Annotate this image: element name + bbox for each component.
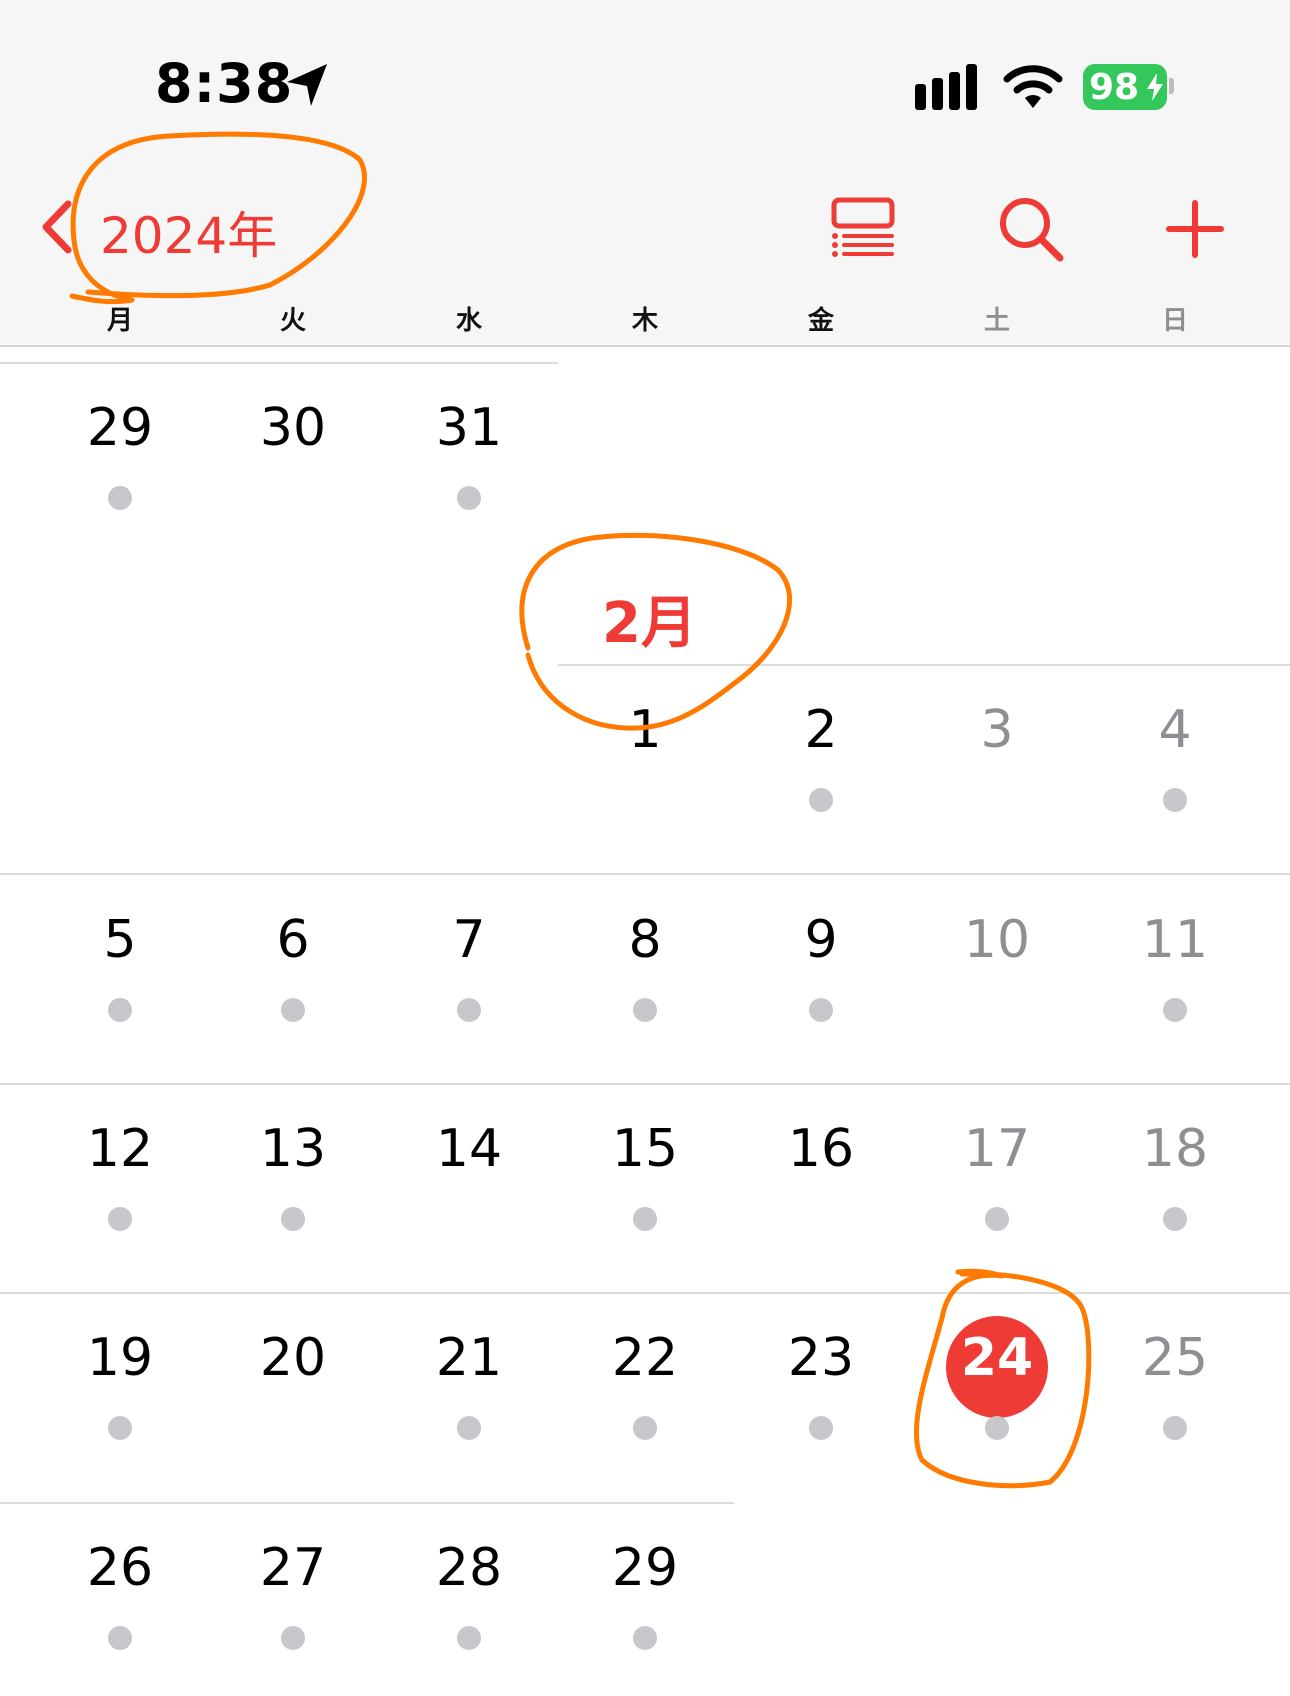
plus-icon[interactable] (1166, 200, 1224, 258)
event-dot (809, 788, 833, 812)
day-cell[interactable]: 27 (208, 1538, 378, 1598)
weekday-label: 金 (807, 306, 834, 336)
week-separator (0, 873, 1290, 875)
battery-icon: 98 (1083, 64, 1167, 110)
day-cell[interactable]: 19 (35, 1328, 205, 1388)
day-cell[interactable]: 30 (208, 398, 378, 458)
day-cell[interactable]: 17 (912, 1119, 1082, 1179)
week-separator (0, 362, 558, 364)
day-cell[interactable]: 25 (1090, 1328, 1260, 1388)
search-icon[interactable] (998, 196, 1064, 262)
wifi-icon (1003, 65, 1063, 108)
event-dot (108, 1416, 132, 1440)
weekday-label: 火 (279, 306, 306, 336)
day-cell[interactable]: 21 (384, 1328, 554, 1388)
weekday-label: 水 (455, 306, 482, 336)
month-label: 2月 (602, 591, 697, 656)
list-view-icon[interactable] (830, 196, 896, 258)
day-cell[interactable]: 9 (736, 910, 906, 970)
event-dot (108, 1626, 132, 1650)
event-dot (457, 1416, 481, 1440)
event-dot (457, 1626, 481, 1650)
day-cell[interactable]: 5 (35, 910, 205, 970)
battery-level: 98 (1089, 67, 1140, 108)
location-arrow-icon (287, 64, 327, 106)
day-cell[interactable]: 29 (35, 398, 205, 458)
event-dot (633, 1626, 657, 1650)
event-dot (1163, 788, 1187, 812)
day-cell[interactable]: 18 (1090, 1119, 1260, 1179)
event-dot (985, 1207, 1009, 1231)
event-dot (633, 1207, 657, 1231)
weekday-label: 土 (983, 306, 1010, 336)
header: 8:38 98 2024年 月 火 水 木 金 土 日 (0, 0, 1290, 347)
event-dot (1163, 1416, 1187, 1440)
event-dot (809, 998, 833, 1022)
day-cell[interactable]: 26 (35, 1538, 205, 1598)
day-cell[interactable]: 1 (560, 700, 730, 760)
event-dot (457, 486, 481, 510)
event-dot (985, 1416, 1009, 1440)
day-cell[interactable]: 23 (736, 1328, 906, 1388)
day-cell[interactable]: 31 (384, 398, 554, 458)
event-dot (633, 1416, 657, 1440)
event-dot (281, 1207, 305, 1231)
week-separator (0, 1292, 1290, 1294)
day-cell[interactable]: 14 (384, 1119, 554, 1179)
event-dot (108, 1207, 132, 1231)
week-separator (0, 1502, 734, 1504)
day-cell[interactable]: 2 (736, 700, 906, 760)
weekday-label: 月 (106, 306, 133, 336)
day-cell[interactable]: 16 (736, 1119, 906, 1179)
day-cell[interactable]: 28 (384, 1538, 554, 1598)
chevron-left-icon (42, 200, 72, 254)
day-cell[interactable]: 8 (560, 910, 730, 970)
weekday-label: 日 (1161, 306, 1188, 336)
day-cell[interactable]: 15 (560, 1119, 730, 1179)
day-cell[interactable]: 3 (912, 700, 1082, 760)
event-dot (1163, 1207, 1187, 1231)
weekday-label: 木 (631, 306, 658, 336)
day-cell[interactable]: 22 (560, 1328, 730, 1388)
day-cell[interactable]: 6 (208, 910, 378, 970)
cellular-signal-icon (915, 64, 977, 110)
day-cell[interactable]: 10 (912, 910, 1082, 970)
day-cell[interactable]: 29 (560, 1538, 730, 1598)
event-dot (1163, 998, 1187, 1022)
event-dot (457, 998, 481, 1022)
event-dot (108, 998, 132, 1022)
event-dot (281, 998, 305, 1022)
day-cell[interactable]: 13 (208, 1119, 378, 1179)
status-time: 8:38 (155, 52, 294, 115)
charging-bolt-icon (1147, 73, 1163, 101)
day-cell[interactable]: 11 (1090, 910, 1260, 970)
day-cell[interactable]: 7 (384, 910, 554, 970)
day-cell[interactable]: 20 (208, 1328, 378, 1388)
back-button-label[interactable]: 2024年 (100, 196, 277, 268)
event-dot (809, 1416, 833, 1440)
event-dot (108, 486, 132, 510)
event-dot (281, 1626, 305, 1650)
battery-tip (1169, 78, 1174, 94)
week-separator (558, 664, 1290, 666)
week-separator (0, 1083, 1290, 1085)
day-cell-today[interactable]: 24 (912, 1328, 1082, 1388)
event-dot (633, 998, 657, 1022)
day-cell[interactable]: 12 (35, 1119, 205, 1179)
day-cell[interactable]: 4 (1090, 700, 1260, 760)
